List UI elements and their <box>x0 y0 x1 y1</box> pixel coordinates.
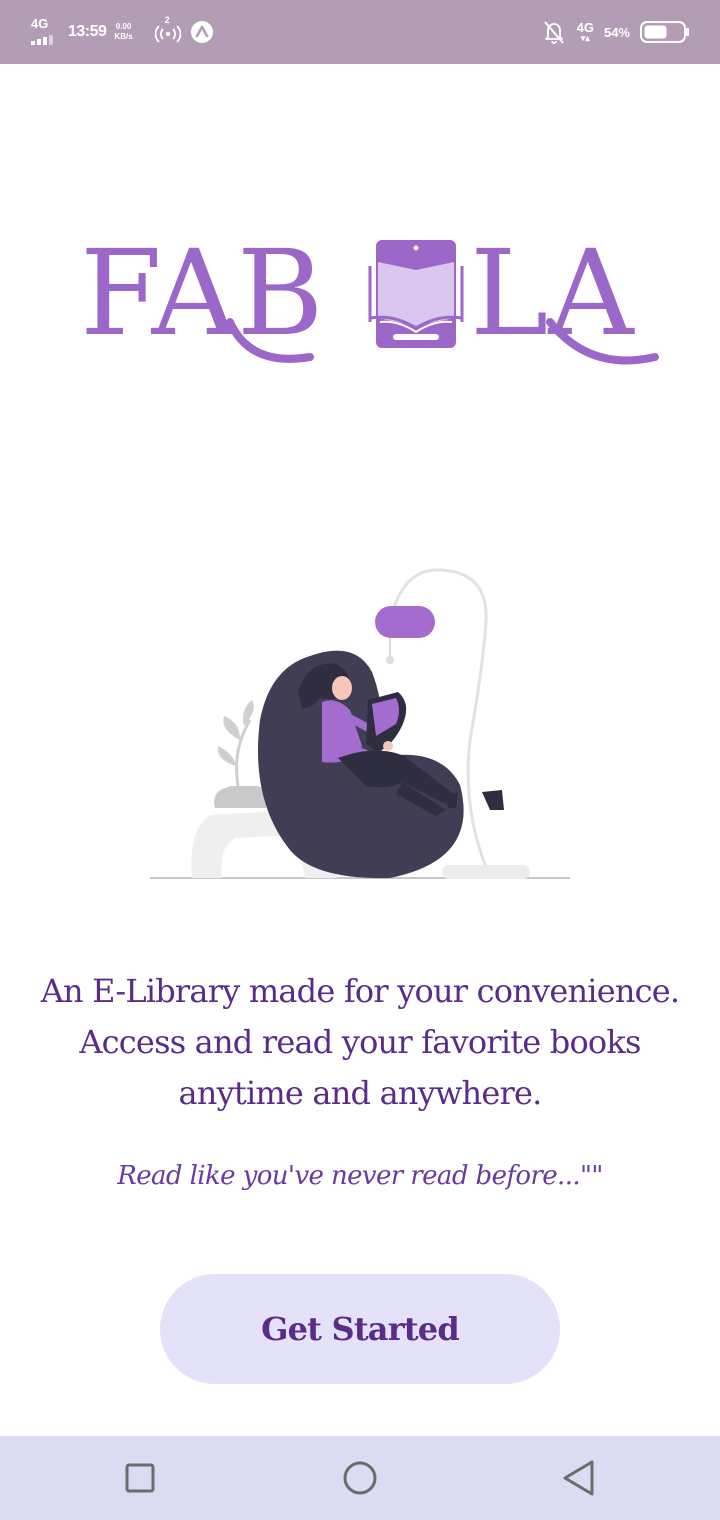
data-rate: 0.00 KB/s <box>114 22 132 42</box>
notifications-off-icon <box>543 21 564 44</box>
hotspot-icon: 2 <box>154 15 181 45</box>
status-left: 4G 13:59 0.00 KB/s 2 <box>30 14 215 50</box>
triangle-back-icon <box>563 1460 594 1496</box>
signal-bars-icon <box>31 35 53 45</box>
hotspot-count: 2 <box>164 15 170 25</box>
tagline-line-1: An E-Library made for your convenience. <box>40 972 680 1010</box>
battery-percent: 54% <box>603 24 630 40</box>
back-button[interactable] <box>556 1458 600 1498</box>
tagline-line-2: Access and read your favorite books <box>79 1023 641 1061</box>
app-notification-icon <box>190 21 213 43</box>
home-button[interactable] <box>338 1458 382 1498</box>
network-signal: 4G <box>30 17 60 47</box>
subtagline: Read like you've never read before..."" <box>117 1161 603 1191</box>
get-started-button[interactable]: Get Started <box>160 1274 560 1384</box>
data-rate-unit: KB/s <box>114 32 133 41</box>
circle-icon <box>343 1461 377 1495</box>
mobile-data: 4G ▾▴ <box>576 19 594 43</box>
tagline-line-3: anytime and anywhere. <box>178 1074 543 1112</box>
fabola-logo: FAB LA <box>80 224 659 365</box>
data-arrows-icon: ▾▴ <box>580 32 590 43</box>
status-bar: 4G 13:59 0.00 KB/s 2 4G ▾▴ 54% <box>0 0 720 64</box>
tablet-book-icon <box>368 240 464 348</box>
clock: 13:59 <box>68 23 107 40</box>
recent-apps-button[interactable] <box>118 1458 162 1498</box>
battery-icon <box>640 21 689 43</box>
reading-woman-illustration <box>150 568 570 879</box>
status-right: 4G ▾▴ 54% <box>541 14 690 50</box>
navigation-bar <box>0 1436 720 1520</box>
network-type-label: 4G <box>31 16 49 31</box>
square-icon <box>125 1463 155 1493</box>
logo-letters-fab: FAB <box>80 224 324 362</box>
logo-letters-la: LA <box>470 224 635 362</box>
data-rate-value: 0.00 <box>115 22 132 31</box>
network-type-right: 4G <box>576 19 594 35</box>
tagline: An E-Library made for your convenience. … <box>20 966 700 1119</box>
